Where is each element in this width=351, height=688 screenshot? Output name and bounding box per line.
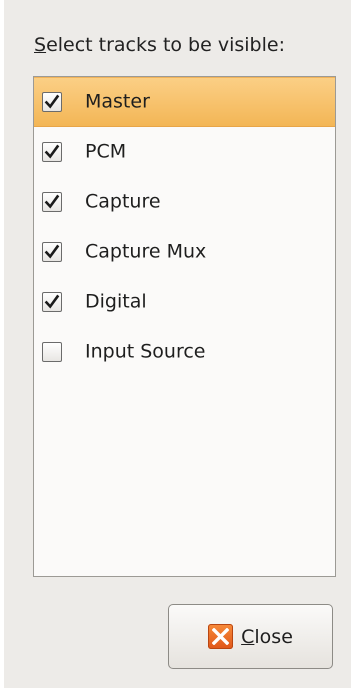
track-checkbox[interactable] bbox=[42, 342, 62, 362]
track-row[interactable]: Capture bbox=[34, 177, 335, 227]
track-label: Master bbox=[85, 90, 150, 113]
track-label: Capture bbox=[85, 190, 161, 213]
check-icon bbox=[44, 244, 60, 259]
close-icon bbox=[208, 624, 234, 649]
track-checkbox[interactable] bbox=[42, 92, 62, 112]
prompt-mnemonic: S bbox=[34, 34, 47, 56]
track-checkbox[interactable] bbox=[42, 142, 62, 162]
track-visibility-dialog: Select tracks to be visible: Master PCM Ca… bbox=[0, 0, 351, 688]
close-label: Close bbox=[241, 626, 293, 648]
check-icon bbox=[44, 194, 60, 209]
track-label: PCM bbox=[85, 140, 127, 163]
close-mnemonic: C bbox=[241, 625, 255, 648]
track-row[interactable]: PCM bbox=[34, 127, 335, 177]
close-text: lose bbox=[254, 625, 293, 648]
track-row[interactable]: Capture Mux bbox=[34, 227, 335, 277]
close-button[interactable]: Close bbox=[168, 604, 333, 669]
track-list[interactable]: Master PCM Capture Capture Mux Digital Input … bbox=[33, 76, 336, 577]
track-checkbox[interactable] bbox=[42, 192, 62, 212]
prompt-label: Select tracks to be visible: bbox=[34, 34, 285, 56]
track-row[interactable]: Input Source bbox=[34, 327, 335, 377]
track-row[interactable]: Master bbox=[34, 77, 335, 127]
track-checkbox[interactable] bbox=[42, 242, 62, 262]
check-icon bbox=[44, 294, 60, 309]
check-icon bbox=[44, 94, 60, 109]
track-checkbox[interactable] bbox=[42, 292, 62, 312]
track-row[interactable]: Digital bbox=[34, 277, 335, 327]
prompt-text: elect tracks to be visible: bbox=[46, 34, 285, 56]
track-label: Input Source bbox=[85, 340, 206, 363]
track-label: Digital bbox=[85, 290, 147, 313]
track-label: Capture Mux bbox=[85, 240, 207, 263]
check-icon bbox=[44, 144, 60, 159]
